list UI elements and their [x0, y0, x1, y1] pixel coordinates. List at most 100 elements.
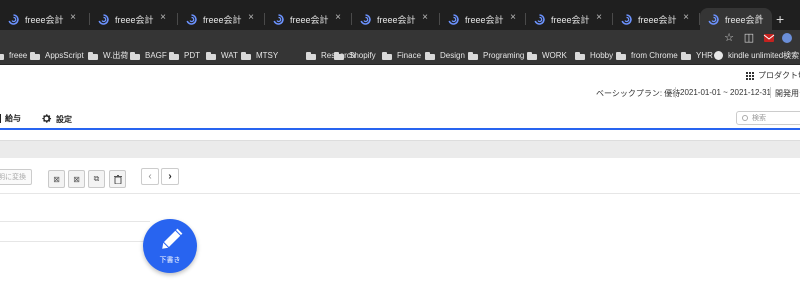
delete-button[interactable] — [109, 170, 126, 188]
star-icon[interactable]: ☆ — [723, 32, 735, 44]
folder-icon — [425, 51, 435, 60]
browser-tab[interactable]: freee会計 × — [613, 8, 699, 30]
freee-logo-icon — [708, 13, 719, 25]
freee-logo-icon — [448, 13, 459, 25]
extension-compass-icon[interactable] — [781, 32, 793, 44]
bookmark-item[interactable]: Hobby — [575, 49, 613, 62]
folder-icon — [88, 51, 98, 60]
next-button[interactable]: › — [161, 168, 179, 185]
bookmark-label: Hobby — [590, 51, 614, 60]
close-tab-icon[interactable]: × — [594, 13, 604, 23]
folder-icon — [130, 51, 140, 60]
freee-logo-icon — [186, 13, 197, 25]
bookmark-item[interactable]: WORK — [527, 49, 567, 62]
reading-list-icon[interactable]: ◫ — [743, 32, 755, 44]
new-tab-button[interactable]: + — [776, 12, 784, 26]
prev-button[interactable]: ‹ — [141, 168, 159, 185]
divider — [0, 241, 150, 242]
bookmark-label: MTSY — [256, 51, 279, 60]
folder-icon — [382, 51, 392, 60]
bookmark-item[interactable]: Programing — [468, 49, 524, 62]
bookmark-item[interactable]: YHR — [681, 49, 713, 62]
image-button-2[interactable]: ⊠ — [68, 170, 85, 188]
image-button-1[interactable]: ⊠ — [48, 170, 65, 188]
close-tab-icon[interactable]: × — [754, 13, 764, 23]
close-tab-icon[interactable]: × — [68, 13, 78, 23]
bookmark-item[interactable]: PDT — [169, 49, 200, 62]
nav-payroll[interactable]: 給与 — [0, 113, 21, 124]
bookmark-label: W.出荷 — [103, 51, 129, 60]
bookmark-label: AppsScript — [45, 51, 84, 60]
bookmark-item[interactable]: AppsScript — [30, 49, 84, 62]
folder-icon — [468, 51, 478, 60]
tab-label: freee会計 — [25, 14, 64, 25]
close-tab-icon[interactable]: × — [508, 13, 518, 23]
browser-tab[interactable]: freee会計 × — [440, 8, 526, 30]
close-tab-icon[interactable]: × — [333, 13, 343, 23]
bookmark-item[interactable]: W.出荷 — [88, 49, 128, 62]
divider — [770, 87, 771, 98]
app-header: プロダクト切替 ベーシックプラン: 優待 2021-01-01 ~ 2021-1… — [0, 66, 800, 108]
bookmark-label: Finace — [397, 51, 422, 60]
tab-label: freee会計 — [465, 14, 504, 25]
copy-icon: ⧉ — [93, 174, 100, 183]
bookmark-item[interactable]: Finace — [382, 49, 421, 62]
browser-tab[interactable]: freee会計 × — [265, 8, 351, 30]
tab-label: freee会計 — [203, 14, 242, 25]
fiscal-period[interactable]: 2021-01-01 ~ 2021-12-31 — [680, 88, 771, 97]
product-switch[interactable]: プロダクト切替 — [746, 70, 800, 81]
nav-settings[interactable]: 設定 — [41, 113, 72, 126]
browser-tab[interactable]: freee会計 × — [178, 8, 264, 30]
bookmark-item[interactable]: Design — [425, 49, 465, 62]
bookmark-item[interactable]: Shopify — [334, 49, 376, 62]
bookmark-label: PDT — [184, 51, 200, 60]
folder-icon — [306, 51, 316, 60]
folder-icon — [0, 52, 4, 60]
bookmark-item[interactable]: freee — [0, 49, 27, 62]
draft-fab-button[interactable]: 下書き — [143, 219, 197, 273]
search-input[interactable]: 検索 — [736, 111, 800, 125]
close-tab-icon[interactable]: × — [420, 13, 430, 23]
close-tab-icon[interactable]: × — [158, 13, 168, 23]
bookmark-label: Programing — [483, 51, 525, 60]
convert-button[interactable]: 明に変換 — [0, 169, 32, 185]
folder-icon — [206, 51, 216, 60]
browser-tab[interactable]: freee会計 × — [352, 8, 438, 30]
sub-header-band — [0, 140, 800, 158]
copy-button[interactable]: ⧉ — [88, 170, 105, 188]
browser-toolbar: ☆ ◫ — [0, 30, 800, 46]
bookmark-item[interactable]: MTSY — [241, 49, 278, 62]
freee-logo-icon — [534, 13, 545, 25]
folder-icon — [616, 51, 626, 60]
browser-tab[interactable]: freee会計 × — [90, 8, 176, 30]
close-tab-icon[interactable]: × — [246, 13, 256, 23]
freee-logo-icon — [98, 13, 109, 25]
bookmark-label: Shopify — [349, 51, 376, 60]
bookmark-label: from Chrome — [631, 51, 678, 60]
extension-gmail-icon[interactable] — [763, 32, 775, 44]
freee-logo-icon — [621, 13, 632, 25]
close-tab-icon[interactable]: × — [681, 13, 691, 23]
payroll-icon — [0, 114, 1, 123]
browser-tab[interactable]: freee会計 × — [0, 8, 86, 30]
bookmark-label: WAT — [221, 51, 238, 60]
divider — [0, 193, 800, 194]
bookmark-item[interactable]: BAGF — [130, 49, 167, 62]
tab-label: freee会計 — [115, 14, 154, 25]
browser-tab[interactable]: freee会計 × — [526, 8, 612, 30]
bookmark-item[interactable]: from Chrome — [616, 49, 678, 62]
browser-tab[interactable]: freee会計 × — [700, 8, 772, 30]
bookmark-item[interactable]: kindle unlimited検索 — [714, 49, 799, 62]
bookmark-label: BAGF — [145, 51, 167, 60]
freee-logo-icon — [273, 13, 284, 25]
company-name[interactable]: 開発用テ — [775, 88, 800, 99]
main-nav: 給与 設定 検索 — [0, 108, 800, 130]
image-placeholder-icon: ⊠ — [53, 174, 60, 184]
bookmark-label: freee — [9, 51, 28, 60]
plan-label[interactable]: ベーシックプラン: 優待 — [596, 88, 680, 99]
bookmark-label: kindle unlimited検索 — [728, 51, 800, 60]
bookmark-item[interactable]: WAT — [206, 49, 238, 62]
search-icon — [742, 115, 748, 121]
bookmark-label: YHR — [696, 51, 713, 60]
folder-icon — [30, 51, 40, 60]
